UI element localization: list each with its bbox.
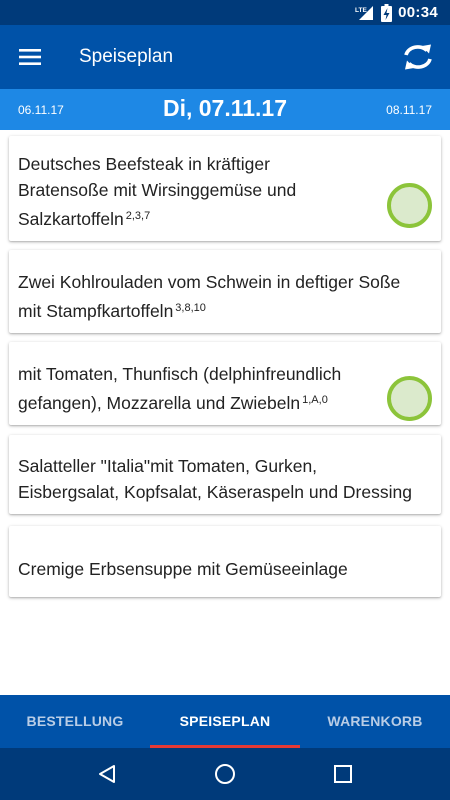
menu-item-text: Cremige Erbsensuppe mit Gemüseeinlage [18,559,348,579]
system-nav-bar [0,748,450,800]
tab-label: WARENKORB [327,713,423,729]
menu-list: Deutsches Beefsteak in kräftiger Bratens… [0,130,450,695]
status-time: 00:34 [398,4,438,21]
home-icon[interactable] [200,749,250,799]
date-selector: 06.11.17 Di, 07.11.17 08.11.17 [0,89,450,130]
lte-signal-icon: LTE [355,5,375,21]
menu-item-text: Salatteller "Italia"mit Tomaten, Gurken,… [18,456,412,502]
menu-card[interactable]: Cremige Erbsensuppe mit Gemüseeinlage [9,526,441,597]
menu-card[interactable]: Deutsches Beefsteak in kräftiger Bratens… [9,136,441,241]
page-title: Speiseplan [79,46,174,67]
back-icon[interactable] [82,749,132,799]
menu-item-text: mit Tomaten, Thunfisch (delphinfreundlic… [18,364,342,413]
tab-bestellung[interactable]: BESTELLUNG [0,695,150,748]
menu-card[interactable]: Salatteller "Italia"mit Tomaten, Gurken,… [9,435,441,514]
allergen-codes: 3,8,10 [175,302,206,314]
menu-card[interactable]: mit Tomaten, Thunfisch (delphinfreundlic… [9,342,441,425]
allergen-codes: 1,A,0 [302,394,328,406]
hamburger-menu-icon[interactable] [0,25,60,89]
tab-speiseplan[interactable]: SPEISEPLAN [150,695,300,748]
tab-label: BESTELLUNG [26,713,124,729]
tab-warenkorb[interactable]: WARENKORB [300,695,450,748]
network-type-label: LTE [355,7,367,14]
tab-label: SPEISEPLAN [179,713,271,729]
status-bar: LTE 00:34 [0,0,450,25]
bottom-nav: BESTELLUNG SPEISEPLAN WARENKORB [0,695,450,748]
next-date-button[interactable]: 08.11.17 [386,103,432,117]
menu-item-text: Zwei Kohlrouladen vom Schwein in deftige… [18,272,401,321]
recents-icon[interactable] [318,749,368,799]
menu-item-text: Deutsches Beefsteak in kräftiger Bratens… [18,154,297,229]
app-bar: Speiseplan [0,25,450,89]
current-date: Di, 07.11.17 [162,95,288,121]
selected-check-icon[interactable] [387,183,432,228]
previous-date-button[interactable]: 06.11.17 [18,103,64,117]
menu-card[interactable]: Zwei Kohlrouladen vom Schwein in deftige… [9,250,441,333]
refresh-icon[interactable] [386,25,450,89]
battery-charging-icon [381,3,393,22]
selected-check-icon[interactable] [387,376,432,421]
allergen-codes: 2,3,7 [125,210,151,222]
